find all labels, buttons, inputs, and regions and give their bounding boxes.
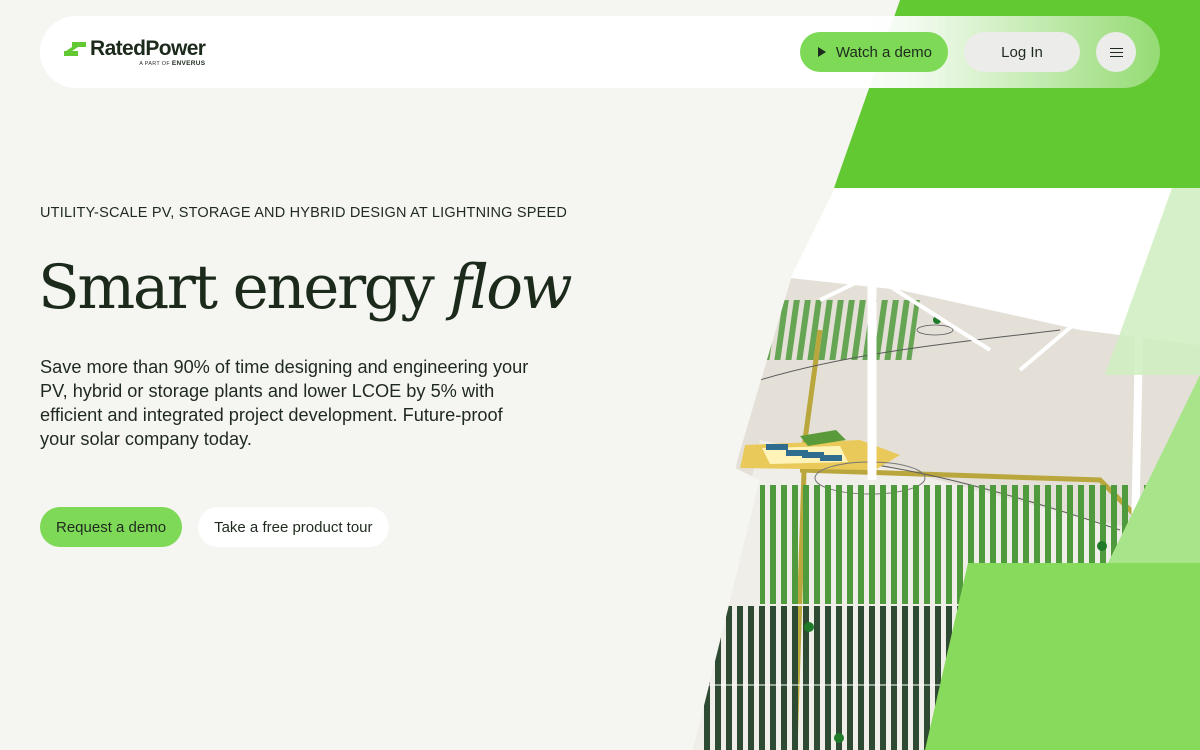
request-demo-label: Request a demo: [56, 518, 167, 536]
brand-name: RatedPower: [90, 37, 206, 60]
hamburger-icon: [1109, 47, 1123, 57]
hero-headline-emphasis: flow: [449, 252, 572, 323]
hero-eyebrow: UTILITY-SCALE PV, STORAGE AND HYBRID DES…: [40, 205, 568, 221]
brand-tagline: A PART OF ENVERUS: [139, 60, 206, 67]
play-icon: [817, 47, 826, 57]
product-tour-label: Take a free product tour: [214, 518, 373, 536]
hero-headline: Smart energy flow: [38, 252, 573, 323]
login-button[interactable]: Log In: [964, 32, 1080, 72]
product-tour-button[interactable]: Take a free product tour: [198, 507, 389, 547]
watch-demo-button[interactable]: Watch a demo: [799, 32, 948, 72]
request-demo-button[interactable]: Request a demo: [40, 507, 183, 547]
ratedpower-logo-icon: [64, 42, 86, 56]
watch-demo-label: Watch a demo: [835, 43, 932, 61]
ratedpower-logo[interactable]: RatedPower A PART OF ENVERUS: [64, 37, 206, 67]
menu-button[interactable]: [1096, 32, 1136, 72]
login-label: Log In: [1001, 43, 1043, 61]
top-navigation: RatedPower A PART OF ENVERUS Watch a dem…: [40, 16, 1160, 88]
nav-actions: Watch a demo Log In: [799, 32, 1136, 72]
accent-shape-bottom: [925, 563, 1200, 750]
hero-cta-group: Request a demo Take a free product tour: [40, 507, 389, 547]
hero-description: Save more than 90% of time designing and…: [40, 357, 529, 449]
